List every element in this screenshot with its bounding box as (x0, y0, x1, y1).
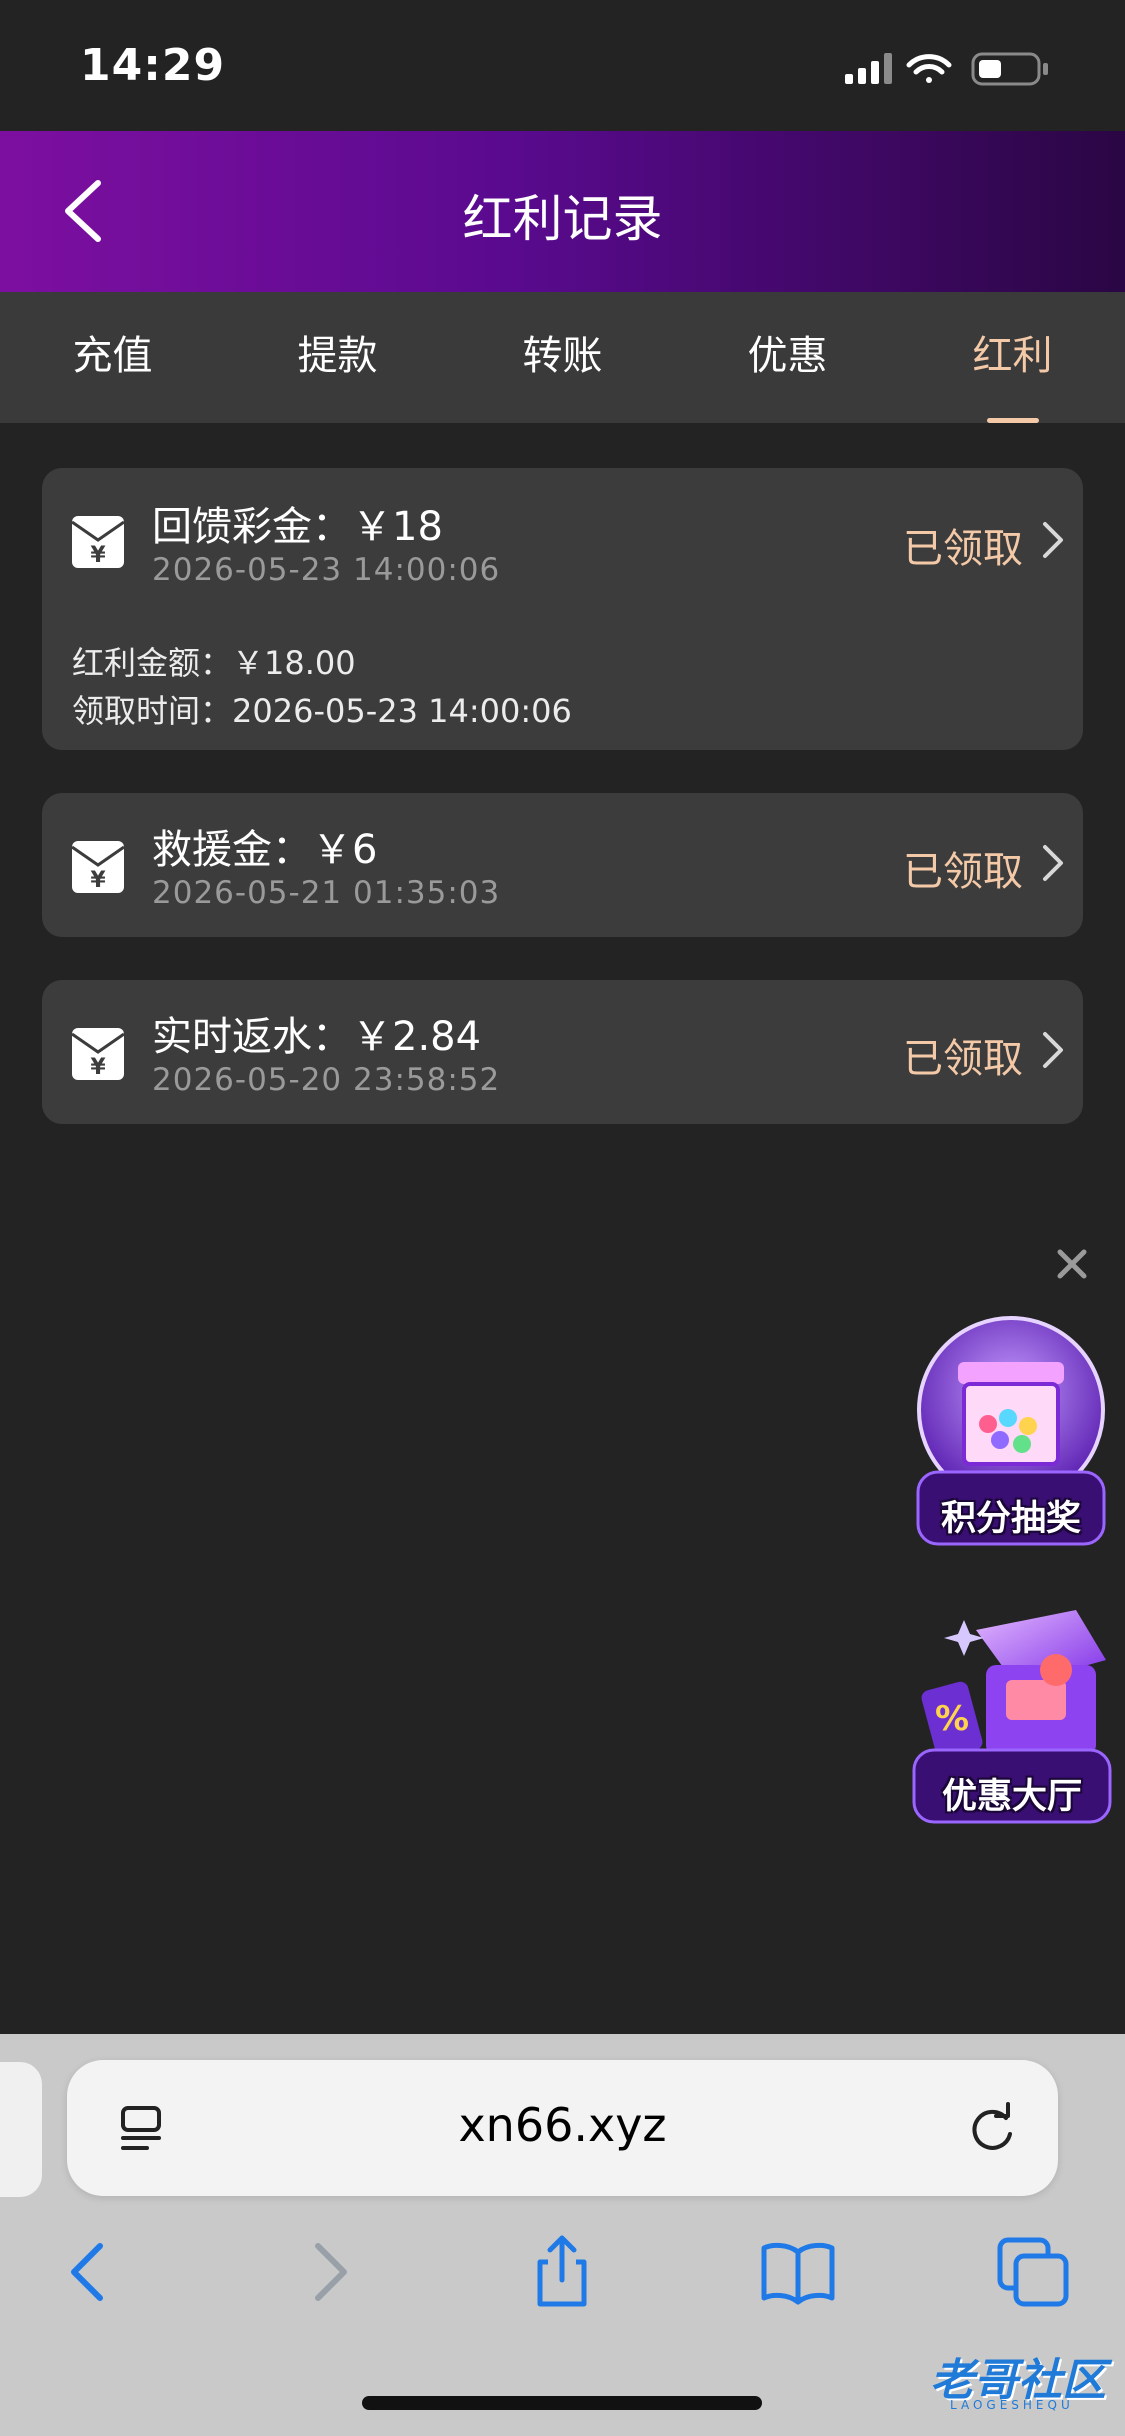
tabs-icon[interactable] (994, 2232, 1074, 2312)
record-date: 2026-05-20 23:58:52 (152, 1062, 501, 1098)
previous-tab-preview[interactable] (0, 2062, 42, 2197)
red-envelope-icon: ¥ (71, 516, 125, 568)
chevron-right-icon (1043, 522, 1063, 558)
address-bar[interactable]: xn66.xyz (67, 2060, 1058, 2196)
red-envelope-icon: ¥ (71, 1028, 125, 1080)
status-icons (825, 48, 1085, 88)
record-date: 2026-05-23 14:00:06 (152, 552, 501, 588)
active-tab-indicator (986, 418, 1039, 423)
promotions-hall-label: 优惠大厅 (941, 1777, 1082, 1817)
svg-text:¥: ¥ (90, 543, 106, 568)
tab-promotion[interactable]: 优惠 (675, 292, 900, 423)
record-card[interactable]: ¥ 救援金：￥6 2026-05-21 01:35:03 已领取 (42, 793, 1083, 937)
chevron-right-icon (1043, 1032, 1063, 1068)
record-title: 回馈彩金：￥18 (152, 504, 443, 550)
svg-text:%: % (935, 1699, 969, 1739)
detail-time: 领取时间：2026-05-23 14:00:06 (72, 692, 572, 730)
record-status: 已领取 (903, 526, 1023, 572)
record-card[interactable]: ¥ 实时返水：￥2.84 2026-05-20 23:58:52 已领取 (42, 980, 1083, 1124)
record-status: 已领取 (903, 1036, 1023, 1082)
points-lottery-button[interactable]: 积分抽奖 (908, 1312, 1114, 1552)
tab-recharge[interactable]: 充值 (0, 292, 225, 423)
points-lottery-label: 积分抽奖 (940, 1499, 1081, 1539)
bookmarks-icon[interactable] (758, 2232, 838, 2312)
battery-icon (971, 52, 1048, 86)
tab-transfer[interactable]: 转账 (450, 292, 675, 423)
page-title: 红利记录 (462, 190, 663, 248)
svg-text:¥: ¥ (90, 868, 106, 893)
share-icon[interactable] (522, 2232, 602, 2312)
tab-bar: 充值 提款 转账 优惠 红利 (0, 292, 1125, 423)
record-date: 2026-05-21 01:35:03 (152, 875, 501, 911)
wifi-icon (906, 54, 952, 83)
home-indicator (362, 2396, 762, 2410)
red-envelope-icon: ¥ (71, 841, 125, 893)
watermark-logo: 老哥社区 LAOGESHEQU (870, 2340, 1120, 2420)
status-time: 14:29 (80, 40, 226, 91)
browser-forward-icon[interactable] (290, 2232, 370, 2312)
svg-text:¥: ¥ (90, 1055, 106, 1080)
url-text: xn66.xyz (458, 2098, 667, 2152)
tab-label: 充值 (72, 333, 153, 379)
promotions-hall-button[interactable]: % 优惠大厅 (906, 1590, 1118, 1830)
tab-label: 优惠 (747, 333, 828, 379)
chevron-right-icon (1043, 845, 1063, 881)
tab-label: 提款 (297, 333, 378, 379)
cellular-signal-icon (845, 53, 892, 84)
reload-icon[interactable] (966, 2102, 1018, 2156)
record-card[interactable]: ¥ 回馈彩金：￥18 2026-05-23 14:00:06 已领取 红利金额：… (42, 468, 1083, 750)
browser-back-icon[interactable] (48, 2232, 128, 2312)
record-title: 实时返水：￥2.84 (152, 1014, 482, 1060)
tab-label: 红利 (972, 333, 1053, 379)
close-icon[interactable] (1052, 1244, 1092, 1284)
record-status: 已领取 (903, 849, 1023, 895)
detail-amount: 红利金额：￥18.00 (72, 644, 356, 682)
tab-bonus[interactable]: 红利 (900, 292, 1125, 423)
tab-withdraw[interactable]: 提款 (225, 292, 450, 423)
status-bar: 14:29 (0, 0, 1125, 131)
watermark-subtext: LAOGESHEQU (950, 2398, 1074, 2412)
tab-label: 转账 (522, 333, 603, 379)
record-title: 救援金：￥6 (152, 827, 378, 873)
nav-header: 红利记录 (0, 131, 1125, 292)
